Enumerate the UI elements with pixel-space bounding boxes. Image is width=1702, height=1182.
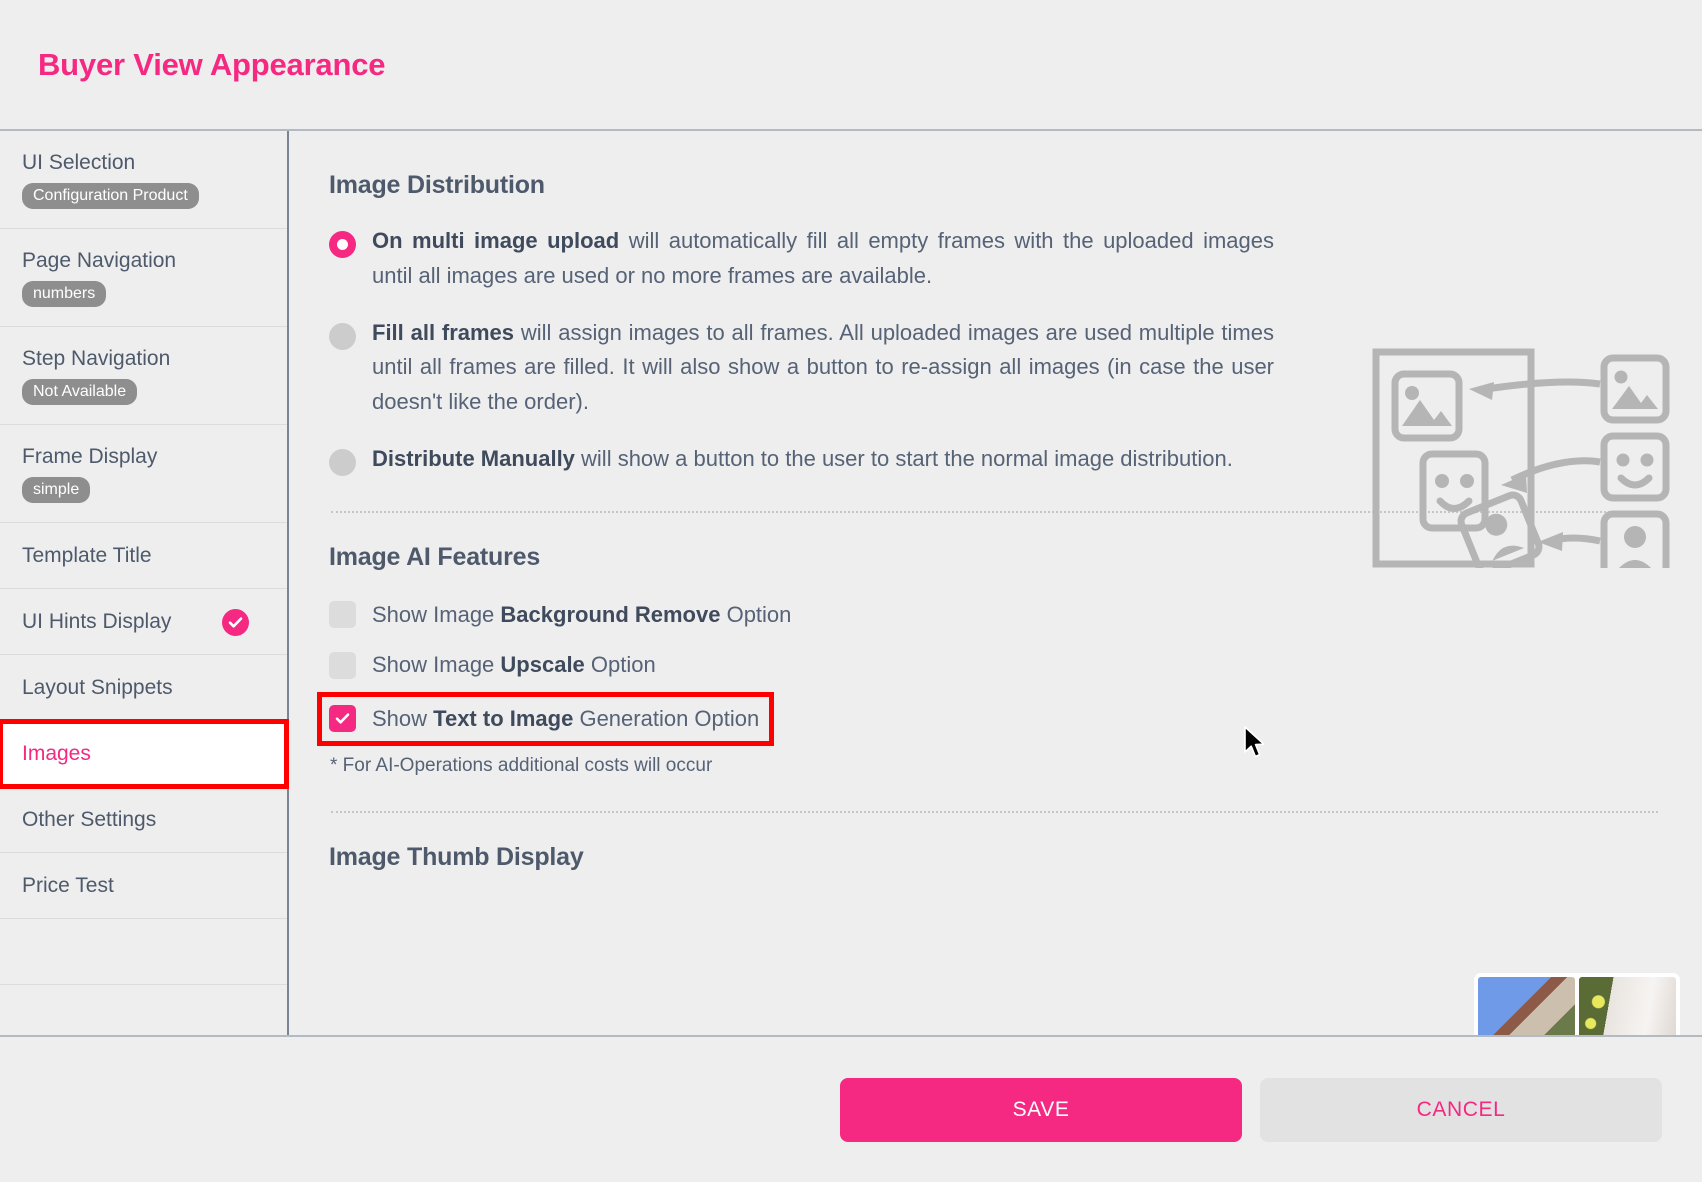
sidebar-item-label: Page Navigation <box>22 248 177 272</box>
check-circle-icon <box>222 608 249 636</box>
radio-icon[interactable] <box>329 448 356 476</box>
radio-icon[interactable] <box>329 322 356 350</box>
sidebar-item-ui-selection[interactable]: UI Selection Configuration Product <box>0 131 287 229</box>
sidebar-item-empty <box>0 919 287 985</box>
sidebar-item-other-settings[interactable]: Other Settings <box>0 787 287 853</box>
thumbnail-image[interactable] <box>1579 977 1676 1035</box>
label-strong: Text to Image <box>433 705 574 731</box>
sidebar-item-label: UI Hints Display <box>22 609 172 633</box>
sidebar-item-label: Other Settings <box>22 807 157 831</box>
label-post: Generation Option <box>573 705 760 731</box>
sidebar-item-ui-hints-display[interactable]: UI Hints Display <box>0 589 287 655</box>
sidebar-item-badge: numbers <box>22 280 107 308</box>
image-distribution-heading: Image Distribution <box>329 171 545 199</box>
image-distribution-illustration <box>1372 338 1682 580</box>
dialog-footer: SAVE CANCEL <box>0 1037 1702 1182</box>
distribution-option-text: Distribute Manually will show a button t… <box>372 442 1274 477</box>
label-strong: Background Remove <box>500 601 721 627</box>
radio-icon-selected[interactable] <box>329 231 356 258</box>
settings-content-panel: Image Distribution On multi image upload… <box>289 131 1702 1035</box>
distribution-option-fill-all-frames[interactable]: Fill all frames will assign images to al… <box>329 316 1274 420</box>
checkbox-icon-checked[interactable] <box>329 705 356 733</box>
option-rest-label: will show a button to the user to start … <box>574 445 1233 471</box>
sidebar-item-layout-snippets[interactable]: Layout Snippets <box>0 655 287 721</box>
sidebar-item-page-navigation[interactable]: Page Navigation numbers <box>0 229 287 327</box>
label-post: Option <box>720 601 792 627</box>
sidebar-item-badge: simple <box>22 476 91 504</box>
distribution-option-text: Fill all frames will assign images to al… <box>372 316 1274 420</box>
checkbox-icon[interactable] <box>329 651 356 679</box>
section-divider-2 <box>331 811 1658 814</box>
page-title: Buyer View Appearance <box>38 46 386 82</box>
image-thumb-display-heading: Image Thumb Display <box>329 843 584 872</box>
sidebar-item-label: Price Test <box>22 873 114 897</box>
sidebar-item-template-title[interactable]: Template Title <box>0 523 287 589</box>
label-pre: Show Image <box>372 652 501 678</box>
ai-option-label: Show Image Upscale Option <box>372 651 656 680</box>
sidebar-item-badge: Configuration Product <box>22 182 199 210</box>
distribution-option-distribute-manually[interactable]: Distribute Manually will show a button t… <box>329 442 1274 477</box>
thumbnail-image[interactable] <box>1478 977 1575 1035</box>
dialog-header: Buyer View Appearance <box>0 0 1702 131</box>
sidebar-item-images[interactable]: Images <box>0 719 289 789</box>
sidebar-item-badge: Not Available <box>22 378 138 406</box>
thumbnail-strip[interactable] <box>1474 973 1680 1035</box>
ai-option-background-remove[interactable]: Show Image Background Remove Option <box>329 596 797 635</box>
cancel-button[interactable]: CANCEL <box>1260 1077 1662 1142</box>
option-strong-label: Distribute Manually <box>372 445 575 471</box>
ai-option-label: Show Image Background Remove Option <box>372 601 791 630</box>
distribution-option-multi-upload[interactable]: On multi image upload will automatically… <box>329 224 1274 294</box>
sidebar-item-label: Images <box>22 742 91 766</box>
sidebar-item-price-test[interactable]: Price Test <box>0 853 287 919</box>
dialog-body: UI Selection Configuration Product Page … <box>0 131 1702 1037</box>
ai-costs-footnote: * For AI-Operations additional costs wil… <box>330 755 713 777</box>
label-pre: Show <box>372 705 434 731</box>
sidebar-item-label: Layout Snippets <box>22 675 173 699</box>
sidebar-item-label: Template Title <box>22 543 152 567</box>
distribution-diagram-icon <box>1372 348 1670 580</box>
distribution-option-text: On multi image upload will automatically… <box>372 224 1274 294</box>
settings-sidebar: UI Selection Configuration Product Page … <box>0 131 289 1035</box>
option-strong-label: Fill all frames <box>372 319 515 345</box>
save-button[interactable]: SAVE <box>840 1077 1242 1142</box>
label-pre: Show Image <box>372 601 501 627</box>
sidebar-item-label: UI Selection <box>22 150 136 174</box>
option-strong-label: On multi image upload <box>372 228 620 253</box>
checkbox-icon[interactable] <box>329 601 356 629</box>
label-post: Option <box>584 652 656 678</box>
sidebar-item-label: Step Navigation <box>22 346 171 370</box>
ai-option-upscale[interactable]: Show Image Upscale Option <box>329 646 662 685</box>
sidebar-item-label: Frame Display <box>22 444 158 468</box>
buyer-view-appearance-dialog: Buyer View Appearance UI Selection Confi… <box>0 0 1702 1182</box>
label-strong: Upscale <box>500 652 585 678</box>
ai-option-label: Show Text to Image Generation Option <box>372 705 759 734</box>
ai-option-text-to-image[interactable]: Show Text to Image Generation Option <box>316 691 775 747</box>
sidebar-item-frame-display[interactable]: Frame Display simple <box>0 425 287 523</box>
sidebar-item-step-navigation[interactable]: Step Navigation Not Available <box>0 327 287 425</box>
